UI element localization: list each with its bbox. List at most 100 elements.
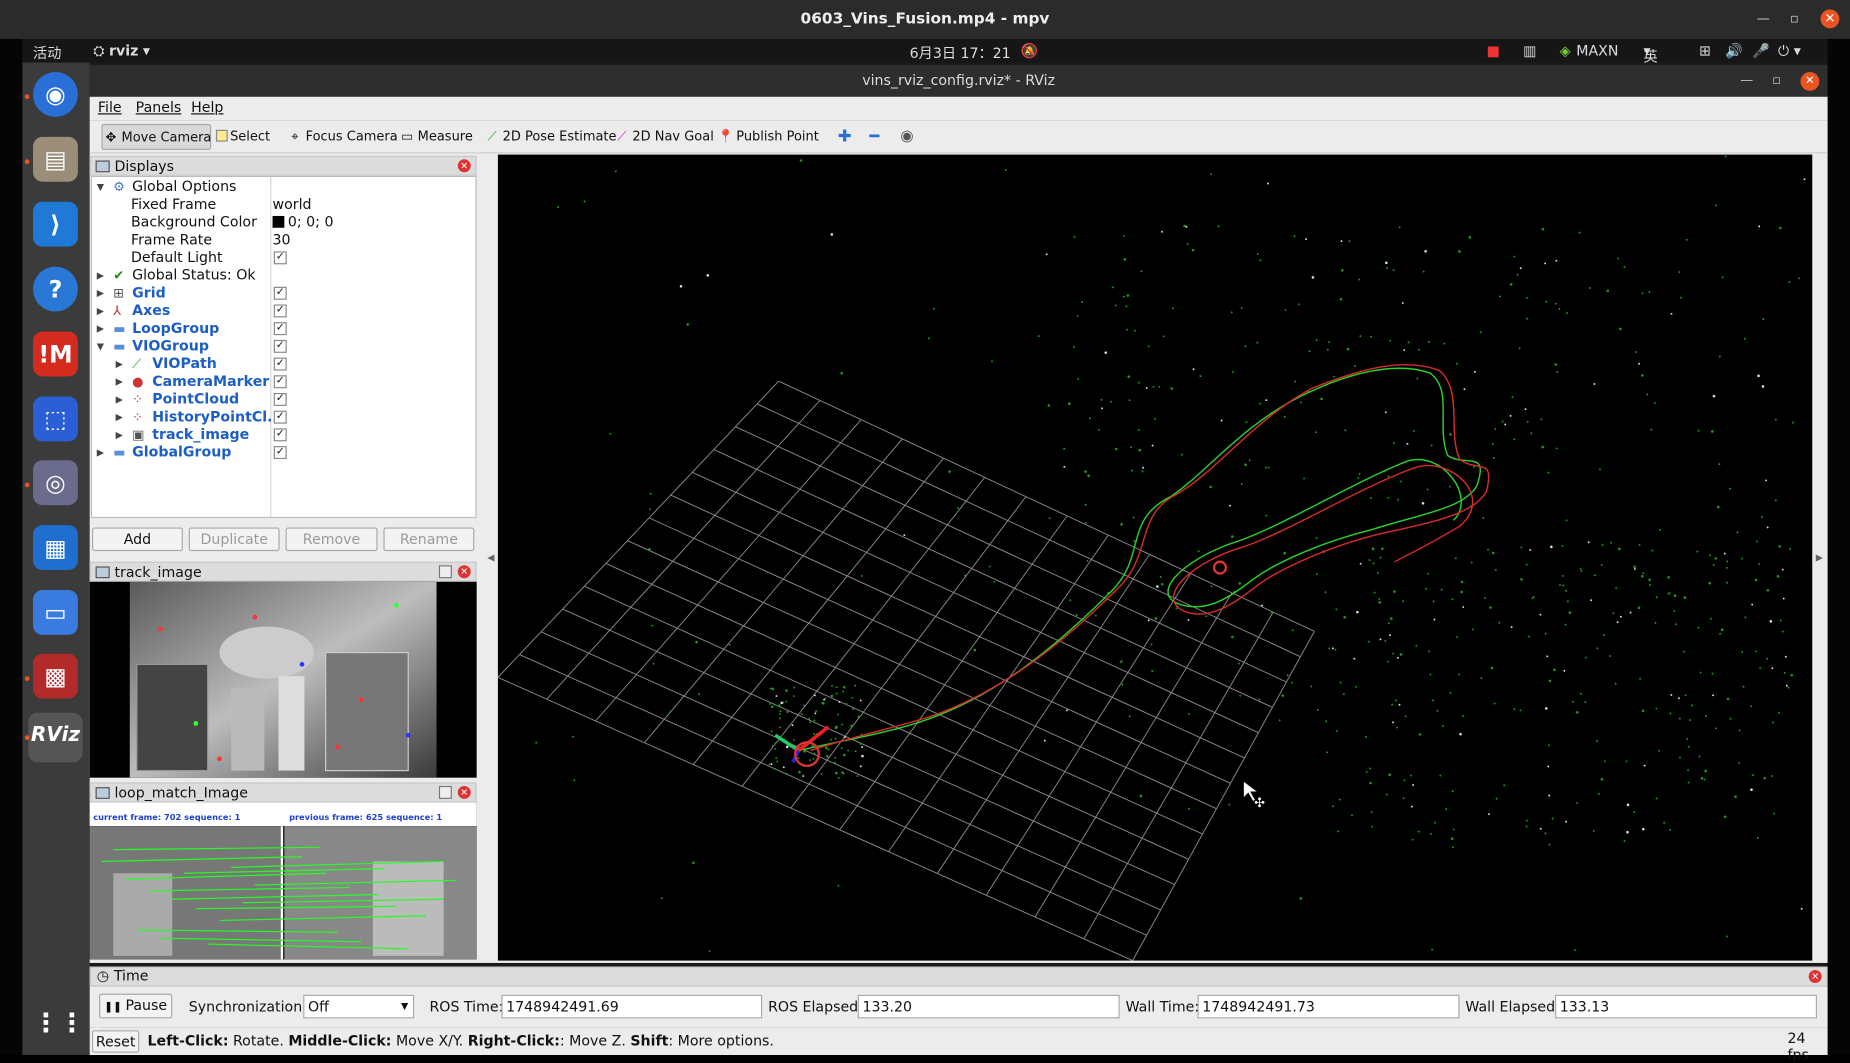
rviz-minimize-icon[interactable]: — xyxy=(1740,72,1753,89)
collapsed-arrow-icon[interactable]: ▶ xyxy=(116,408,123,426)
tree-row-viopath[interactable]: ▶ ⟋ VIOPath ✓ xyxy=(92,355,475,373)
tree-row-cameramarker[interactable]: ▶ ● CameraMarker ✓ xyxy=(92,373,475,391)
tree-row-viogroup[interactable]: ▼ ▬ VIOGroup ✓ xyxy=(92,338,475,356)
3d-viewport[interactable]: ✣ xyxy=(497,154,1813,961)
record-icon[interactable]: ■ xyxy=(1487,42,1500,59)
collapsed-arrow-icon[interactable]: ▶ xyxy=(97,320,104,338)
globalgroup-checkbox[interactable]: ✓ xyxy=(273,446,287,460)
app-menu[interactable]: ⛭ rviz ▾ xyxy=(93,42,150,60)
menu-panels[interactable]: Panels xyxy=(136,99,182,116)
tree-row-pointcloud[interactable]: ▶ ⁘ PointCloud ✓ xyxy=(92,391,475,409)
rviz-close-icon[interactable]: ✕ xyxy=(1800,71,1820,91)
select-tool[interactable]: Select xyxy=(215,124,270,150)
collapsed-arrow-icon[interactable]: ▶ xyxy=(116,355,123,373)
default-light-checkbox[interactable]: ✓ xyxy=(273,251,287,265)
camera-app-icon[interactable]: ◎ xyxy=(33,460,78,506)
track-image-checkbox[interactable]: ✓ xyxy=(273,428,287,442)
move-camera-tool[interactable]: ✥ Move Camera xyxy=(101,123,211,150)
nav-goal-tool[interactable]: ⟋ 2D Nav Goal xyxy=(614,124,714,150)
ros-time-field[interactable]: 1748942491.69 xyxy=(501,994,763,1019)
tree-row-loopgroup[interactable]: ▶ ▬ LoopGroup ✓ xyxy=(92,320,475,338)
tree-row-grid[interactable]: ▶ ⊞ Grid ✓ xyxy=(92,284,475,302)
screenshot-icon[interactable]: ⬚ xyxy=(33,396,78,442)
vscode-icon[interactable]: ⟩ xyxy=(33,201,78,247)
monitor-app-icon[interactable]: ▩ xyxy=(33,653,78,699)
publish-point-tool[interactable]: 📍 Publish Point xyxy=(717,124,819,150)
chart-icon[interactable]: ▥ xyxy=(1523,42,1536,59)
pose-estimate-tool[interactable]: ⟋ 2D Pose Estimate xyxy=(484,124,616,150)
input-method[interactable]: 英 ▾ xyxy=(1644,42,1658,64)
float-panel-icon[interactable] xyxy=(438,565,452,579)
tree-row-track-image[interactable]: ▶ ▣ track_image ✓ xyxy=(92,426,475,444)
close-panel-icon[interactable]: ✕ xyxy=(457,785,471,799)
tree-row-globalgroup[interactable]: ▶ ▬ GlobalGroup ✓ xyxy=(92,444,475,462)
ros-elapsed-field[interactable]: 133.20 xyxy=(857,994,1120,1019)
volume-icon[interactable]: 🔊 xyxy=(1725,42,1743,59)
remove-button[interactable]: Remove xyxy=(285,527,378,552)
cameramarker-checkbox[interactable]: ✓ xyxy=(273,375,287,389)
pause-button[interactable]: ❚❚ Pause xyxy=(99,993,173,1019)
minimize-icon[interactable]: — xyxy=(1757,11,1770,26)
tree-row-global-options[interactable]: ▼ ⚙ Global Options xyxy=(92,178,475,196)
tree-row-default-light[interactable]: Default Light ✓ xyxy=(92,249,475,267)
help-icon[interactable]: ? xyxy=(33,266,78,312)
float-panel-icon[interactable] xyxy=(438,785,452,799)
sync-select[interactable]: Off ▼ xyxy=(303,994,415,1019)
chromium-icon[interactable]: ◉ xyxy=(33,71,78,117)
add-tool-icon[interactable]: ✚ xyxy=(838,124,852,150)
tree-row-historypointcloud[interactable]: ▶ ⁘ HistoryPointCl... ✓ xyxy=(92,408,475,426)
tree-row-axes[interactable]: ▶ ⅄ Axes ✓ xyxy=(92,302,475,320)
viogroup-checkbox[interactable]: ✓ xyxy=(273,339,287,353)
tree-row-frame-rate[interactable]: Frame Rate 30 xyxy=(92,231,475,249)
right-splitter-arrow-icon[interactable]: ▶ xyxy=(1816,552,1823,563)
expanded-arrow-icon[interactable]: ▼ xyxy=(97,338,104,356)
close-panel-icon[interactable]: ✕ xyxy=(1808,970,1822,984)
add-button[interactable]: Add xyxy=(92,527,183,552)
3d-scene[interactable]: ✣ xyxy=(497,155,1812,961)
collapsed-arrow-icon[interactable]: ▶ xyxy=(97,302,104,320)
app-m-icon[interactable]: !M xyxy=(33,331,78,377)
expanded-arrow-icon[interactable]: ▼ xyxy=(97,178,104,196)
axes-checkbox[interactable]: ✓ xyxy=(273,304,287,318)
rename-button[interactable]: Rename xyxy=(383,527,475,552)
close-icon[interactable]: ✕ xyxy=(1820,9,1840,29)
viopath-checkbox[interactable]: ✓ xyxy=(273,357,287,371)
show-apps-icon[interactable]: ⋮⋮⋮ xyxy=(33,1002,111,1047)
files-icon[interactable]: ▤ xyxy=(33,136,78,182)
tree-row-global-status[interactable]: ▶ ✔ Global Status: Ok xyxy=(92,267,475,285)
background-color-value[interactable]: 0; 0; 0 xyxy=(272,214,333,232)
microphone-icon[interactable]: 🎤 xyxy=(1752,42,1770,59)
writer-icon[interactable]: ▦ xyxy=(33,525,78,570)
collapsed-arrow-icon[interactable]: ▶ xyxy=(97,444,104,462)
collapsed-arrow-icon[interactable]: ▶ xyxy=(116,391,123,409)
maximize-icon[interactable]: ▫ xyxy=(1790,11,1799,26)
collapsed-arrow-icon[interactable]: ▶ xyxy=(116,426,123,444)
fixed-frame-value[interactable]: world xyxy=(273,196,312,214)
left-splitter-arrow-icon[interactable]: ◀ xyxy=(487,552,494,563)
pointcloud-checkbox[interactable]: ✓ xyxy=(273,392,287,406)
collapsed-arrow-icon[interactable]: ▶ xyxy=(97,284,104,302)
clock[interactable]: 6月3日 17：21 xyxy=(910,42,1011,62)
power-icon[interactable]: ⏻ ▾ xyxy=(1778,42,1801,60)
rviz-dock-icon[interactable]: RViz xyxy=(28,712,83,763)
activities-button[interactable]: 活动 xyxy=(33,42,61,62)
frame-rate-value[interactable]: 30 xyxy=(273,231,291,249)
reset-button[interactable]: Reset xyxy=(92,1030,140,1053)
rviz-maximize-icon[interactable]: ▫ xyxy=(1772,72,1781,89)
measure-tool[interactable]: ▭ Measure xyxy=(399,124,473,150)
focus-camera-tool[interactable]: ⌖ Focus Camera xyxy=(287,124,397,150)
historypointcloud-checkbox[interactable]: ✓ xyxy=(273,410,287,424)
tree-row-background-color[interactable]: Background Color 0; 0; 0 xyxy=(92,214,475,232)
power-mode[interactable]: MAXN xyxy=(1576,42,1618,59)
grid-checkbox[interactable]: ✓ xyxy=(273,286,287,300)
menu-help[interactable]: Help xyxy=(191,99,223,116)
collapsed-arrow-icon[interactable]: ▶ xyxy=(116,373,123,391)
network-icon[interactable]: ⊞ xyxy=(1699,42,1711,59)
tree-row-fixed-frame[interactable]: Fixed Frame world xyxy=(92,196,475,214)
eye-icon[interactable]: ◉ xyxy=(900,124,913,150)
duplicate-button[interactable]: Duplicate xyxy=(188,527,280,552)
menu-file[interactable]: File xyxy=(98,99,122,116)
wall-elapsed-field[interactable]: 133.13 xyxy=(1555,994,1817,1019)
collapsed-arrow-icon[interactable]: ▶ xyxy=(97,267,104,285)
loopgroup-checkbox[interactable]: ✓ xyxy=(273,322,287,336)
